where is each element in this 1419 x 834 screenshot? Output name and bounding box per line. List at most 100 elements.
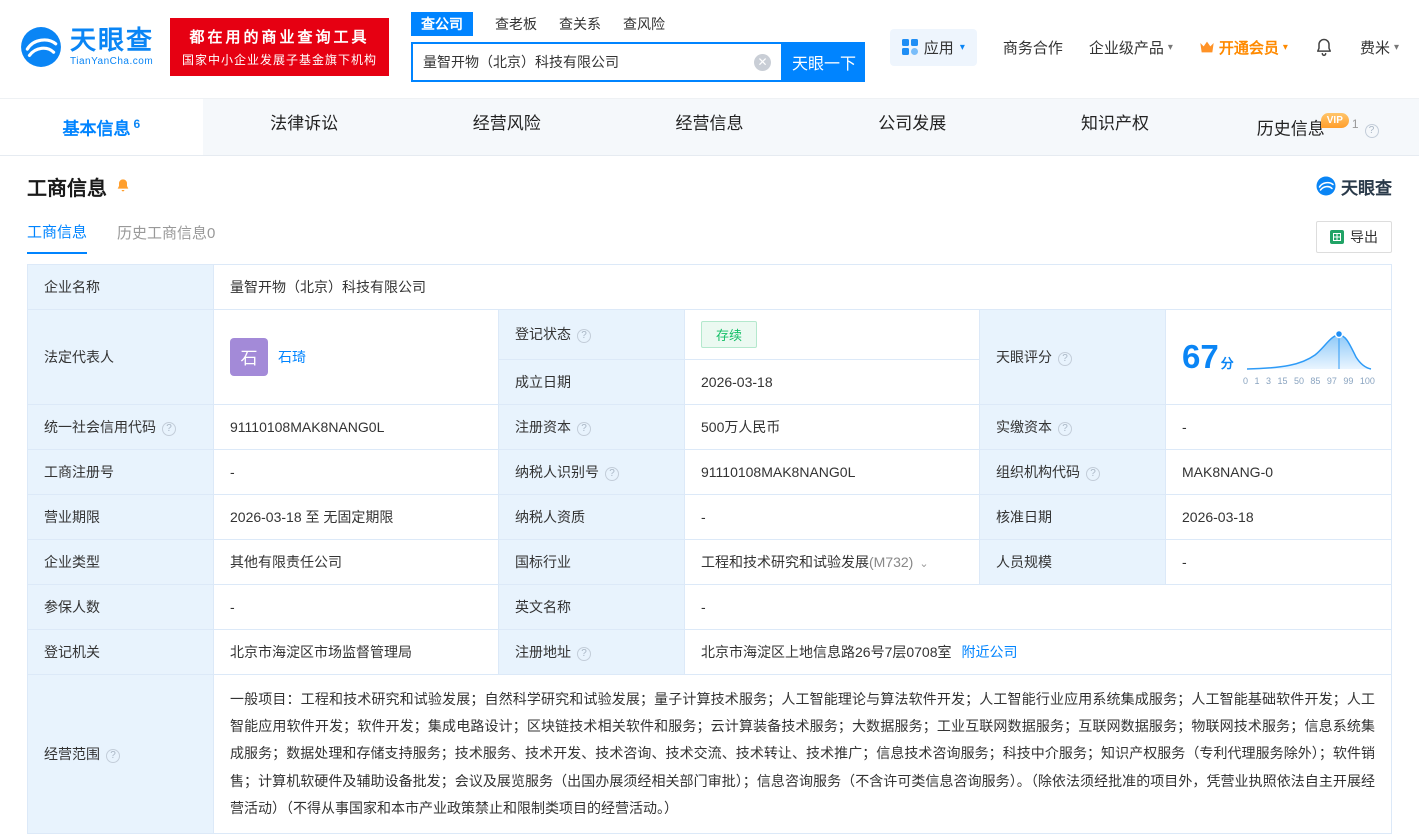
chevron-down-icon: ▾ [1167,41,1173,53]
menu-vip-label: 开通会员 [1218,39,1279,57]
status-badge: 存续 [701,320,758,348]
tab-label: 基本信息 [62,119,131,139]
chevron-down-icon: ▾ [1393,41,1399,53]
chevron-down-icon: ▾ [1282,41,1288,53]
tab-label: 公司发展 [878,114,947,133]
chevron-down-icon[interactable]: ⌄ [919,558,928,570]
table-row: 企业名称 量智开物（北京）科技有限公司 [27,263,1392,310]
table-row: 法定代表人 石 石琦 登记状态? 存续 天眼评分? 67 分 0 1 3 15 … [27,308,1392,405]
notification-bell-icon[interactable] [1314,37,1334,57]
vip-badge: VIP [1320,112,1349,128]
main-content: 工商信息 天眼查 工商信息 历史工商信息0 导出 企业名称 量智开物（北京）科技… [0,172,1419,834]
watermark-text: 天眼查 [1341,178,1392,198]
field-label-staff-size: 人员规模 [979,538,1166,585]
field-value-insured-count: - [213,583,499,630]
search-tabs: 查公司 查老板 查关系 查风险 [411,12,865,36]
tianyancha-watermark-icon [1316,176,1336,196]
nearby-companies-link[interactable]: 附近公司 [962,644,1018,660]
search-tab-risk[interactable]: 查风险 [623,14,665,34]
search-button[interactable]: 天眼一下 [783,42,866,82]
apps-menu-label: 应用 [923,39,954,57]
user-menu[interactable]: 费米 ▾ [1360,37,1399,58]
field-value-org-code: MAK8NANG-0 [1165,448,1392,495]
logo-title: 天眼查 [70,25,155,55]
field-value-score: 67 分 0 1 3 15 50 85 97 99 100 [1165,308,1392,405]
field-value-taxpayer-quality: - [684,493,980,540]
legal-rep-link[interactable]: 石琦 [278,347,306,367]
legal-rep-avatar[interactable]: 石 [230,337,268,376]
help-icon[interactable]: ? [1086,466,1100,481]
tab-label: 经营风险 [472,114,541,133]
username: 费米 [1359,39,1390,57]
subscribe-bell-icon[interactable] [115,178,131,194]
field-value-taxpayer-id: 91110108MAK8NANG0L [684,448,980,495]
field-label-english-name: 英文名称 [498,583,685,630]
subtabs-row: 工商信息 历史工商信息0 导出 [27,221,1392,254]
export-button[interactable]: 导出 [1316,221,1392,254]
field-label-reg-address: 注册地址? [498,628,685,675]
search-tab-boss[interactable]: 查老板 [495,14,537,34]
section-title: 工商信息 [27,177,107,200]
crown-icon [1200,41,1214,53]
table-row: 经营范围? 一般项目：工程和技术研究和试验发展；自然科学研究和试验发展；量子计算… [27,673,1392,834]
help-icon[interactable]: ? [577,646,591,661]
field-label-reg-status: 登记状态? [498,308,685,360]
table-row: 企业类型 其他有限责任公司 国标行业 工程和技术研究和试验发展(M732) ⌄ 人… [27,538,1392,585]
search-row: ✕ 天眼一下 [411,42,866,82]
menu-enterprise-products[interactable]: 企业级产品 ▾ [1089,37,1173,58]
tab-count: 1 [1351,117,1359,131]
tab-legal-proceedings[interactable]: 法律诉讼 [203,99,406,155]
search-tab-company[interactable]: 查公司 [411,12,474,36]
subtab-history-business-info[interactable]: 历史工商信息0 [117,222,215,253]
clear-icon[interactable]: ✕ [754,53,772,71]
field-value-reg-number: - [213,448,499,495]
tab-intellectual-property[interactable]: 知识产权 [1014,99,1217,155]
field-label-org-code: 组织机构代码? [979,448,1166,495]
field-value-business-term: 2026-03-18 至 无固定期限 [213,493,499,540]
help-icon[interactable]: ? [162,421,176,436]
table-row: 营业期限 2026-03-18 至 无固定期限 纳税人资质 - 核准日期 202… [27,493,1392,540]
apps-menu[interactable]: 应用 ▾ [889,28,977,66]
promo-banner-line2: 国家中小企业发展子基金旗下机构 [182,53,378,67]
score-distribution-chart: 0 1 3 15 50 85 97 99 100 [1243,327,1375,386]
field-value-legal-rep: 石 石琦 [213,308,499,405]
section-header: 工商信息 天眼查 [27,172,1392,201]
help-icon[interactable]: ? [106,748,120,763]
logo-subtitle: TianYanCha.com [70,56,154,67]
excel-icon [1330,230,1344,245]
search-input[interactable] [413,54,755,70]
help-icon[interactable]: ? [577,329,591,344]
menu-open-vip[interactable]: 开通会员 ▾ [1199,37,1288,58]
help-icon[interactable]: ? [577,421,591,436]
subtab-business-info[interactable]: 工商信息 [27,221,88,254]
score-value: 67 分 [1182,338,1234,376]
table-row: 登记机关 北京市海淀区市场监督管理局 注册地址? 北京市海淀区上地信息路26号7… [27,628,1392,675]
help-icon[interactable]: ? [1058,421,1072,436]
field-value-english-name: - [684,583,1392,630]
field-value-credit-code: 91110108MAK8NANG0L [213,403,499,450]
tab-basic-info[interactable]: 基本信息 6 [0,99,203,155]
help-icon[interactable]: ? [605,466,619,481]
tab-label: 历史信息 [1256,119,1325,139]
field-label-taxpayer-id: 纳税人识别号? [498,448,685,495]
tianyancha-watermark: 天眼查 [1316,174,1392,199]
field-label-company-name: 企业名称 [27,263,214,310]
tab-label: 经营信息 [675,114,744,133]
menu-cooperation[interactable]: 商务合作 [1003,37,1063,58]
field-label-taxpayer-quality: 纳税人资质 [498,493,685,540]
tab-company-development[interactable]: 公司发展 [811,99,1014,155]
tab-operating-info[interactable]: 经营信息 [608,99,811,155]
field-value-staff-size: - [1165,538,1392,585]
help-icon[interactable]: ? [1058,351,1072,366]
field-label-establish-date: 成立日期 [498,358,685,405]
field-value-establish-date: 2026-03-18 [684,358,980,405]
tab-operating-risk[interactable]: 经营风险 [405,99,608,155]
table-row: 统一社会信用代码? 91110108MAK8NANG0L 注册资本? 500万人… [27,403,1392,450]
search-tab-relation[interactable]: 查关系 [559,14,601,34]
field-value-industry: 工程和技术研究和试验发展(M732) ⌄ [684,538,980,585]
tab-history-info[interactable]: 历史信息 VIP 1? [1216,99,1419,155]
promo-banner-line1: 都在用的商业查询工具 [189,29,370,46]
tianyancha-logo[interactable]: 天眼查 TianYanCha.com [20,26,154,68]
table-row: 工商注册号 - 纳税人识别号? 91110108MAK8NANG0L 组织机构代… [27,448,1392,495]
help-icon[interactable]: ? [1364,123,1379,138]
